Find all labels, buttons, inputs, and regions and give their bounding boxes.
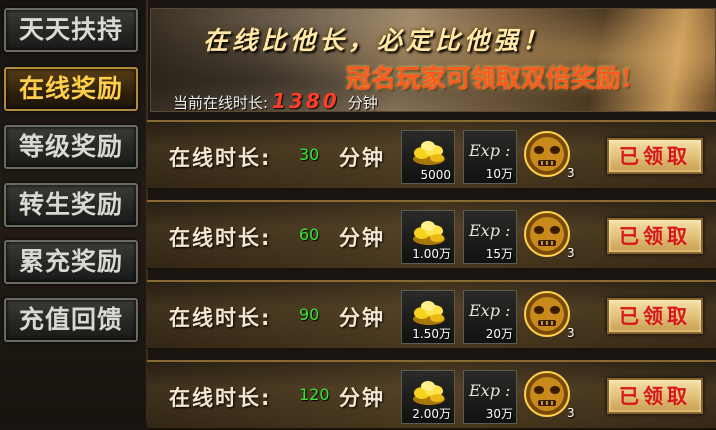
exp-amount: 15万 (485, 247, 513, 261)
gold-amount: 1.50万 (412, 327, 451, 341)
banner-slogan: 在线比他长，必定比他强！ (203, 26, 552, 55)
mask-slot[interactable]: 3 (523, 130, 575, 180)
gold-ingot-icon (413, 221, 445, 245)
gold-slot[interactable]: 1.50万 (401, 290, 455, 344)
gold-ingot-icon (413, 381, 445, 405)
claimed-button[interactable]: 已领取 (607, 378, 703, 414)
mask-count: 3 (567, 166, 575, 180)
gold-amount: 1.00万 (412, 247, 451, 261)
reward-unit: 分钟 (339, 386, 385, 410)
golden-mask-icon (524, 371, 570, 417)
exp-amount: 20万 (485, 327, 513, 341)
reward-unit: 分钟 (339, 146, 385, 170)
reward-row: 在线时长: 30 分钟 5000 Exp : 10万 3 已领取 (147, 120, 716, 190)
golden-mask-icon (524, 131, 570, 177)
online-time-value: 1380 (272, 89, 340, 112)
reward-label: 在线时长: (169, 386, 272, 410)
reward-unit: 分钟 (339, 226, 385, 250)
tab-recharge-feedback[interactable]: 充值回馈 (4, 298, 138, 342)
mask-count: 3 (567, 246, 575, 260)
online-time-prefix: 当前在线时长: (173, 94, 269, 112)
exp-label: Exp : (469, 221, 511, 240)
mask-slot[interactable]: 3 (523, 370, 575, 420)
exp-amount: 10万 (485, 167, 513, 181)
tab-level-reward[interactable]: 等级奖励 (4, 125, 138, 169)
exp-slot[interactable]: Exp : 20万 (463, 290, 517, 344)
gold-amount: 5000 (420, 168, 451, 182)
tab-online-reward[interactable]: 在线奖励 (4, 67, 138, 111)
gold-ingot-icon (413, 141, 445, 165)
exp-slot[interactable]: Exp : 10万 (463, 130, 517, 184)
reward-label: 在线时长: (169, 226, 272, 250)
exp-slot[interactable]: Exp : 30万 (463, 370, 517, 424)
mask-slot[interactable]: 3 (523, 210, 575, 260)
exp-label: Exp : (469, 141, 511, 160)
gold-ingot-icon (413, 301, 445, 325)
gold-slot[interactable]: 5000 (401, 130, 455, 184)
exp-slot[interactable]: Exp : 15万 (463, 210, 517, 264)
reward-row: 在线时长: 60 分钟 1.00万 Exp : 15万 3 已领取 (147, 200, 716, 270)
online-time: 当前在线时长: 1380 分钟 (173, 89, 378, 112)
claimed-button[interactable]: 已领取 (607, 298, 703, 334)
reward-label: 在线时长: (169, 306, 272, 330)
reward-minutes: 60 (299, 225, 320, 244)
exp-amount: 30万 (485, 407, 513, 421)
mask-slot[interactable]: 3 (523, 290, 575, 340)
exp-label: Exp : (469, 381, 511, 400)
banner-promo: 冠名玩家可领取双倍奖励! (346, 64, 632, 93)
sidebar: 天天扶持 在线奖励 等级奖励 转生奖励 累充奖励 充值回馈 (0, 0, 148, 422)
gold-slot[interactable]: 2.00万 (401, 370, 455, 424)
online-time-unit: 分钟 (347, 94, 378, 112)
tab-rebirth-reward[interactable]: 转生奖励 (4, 183, 138, 227)
mask-count: 3 (567, 406, 575, 420)
tab-daily-support[interactable]: 天天扶持 (4, 8, 138, 52)
mask-count: 3 (567, 326, 575, 340)
claimed-button[interactable]: 已领取 (607, 138, 703, 174)
gold-slot[interactable]: 1.00万 (401, 210, 455, 264)
claimed-button[interactable]: 已领取 (607, 218, 703, 254)
reward-row: 在线时长: 90 分钟 1.50万 Exp : 20万 3 已领取 (147, 280, 716, 350)
reward-minutes: 90 (299, 305, 320, 324)
reward-minutes: 30 (299, 145, 320, 164)
gold-amount: 2.00万 (412, 407, 451, 421)
reward-unit: 分钟 (339, 306, 385, 330)
golden-mask-icon (524, 211, 570, 257)
golden-mask-icon (524, 291, 570, 337)
banner: 在线比他长，必定比他强！ 冠名玩家可领取双倍奖励! 当前在线时长: 1380 分钟 (150, 8, 716, 112)
exp-label: Exp : (469, 301, 511, 320)
reward-row: 在线时长: 120 分钟 2.00万 Exp : 30万 3 已领取 (147, 360, 716, 430)
tab-cumulative-recharge[interactable]: 累充奖励 (4, 240, 138, 284)
reward-label: 在线时长: (169, 146, 272, 170)
reward-minutes: 120 (299, 385, 330, 404)
